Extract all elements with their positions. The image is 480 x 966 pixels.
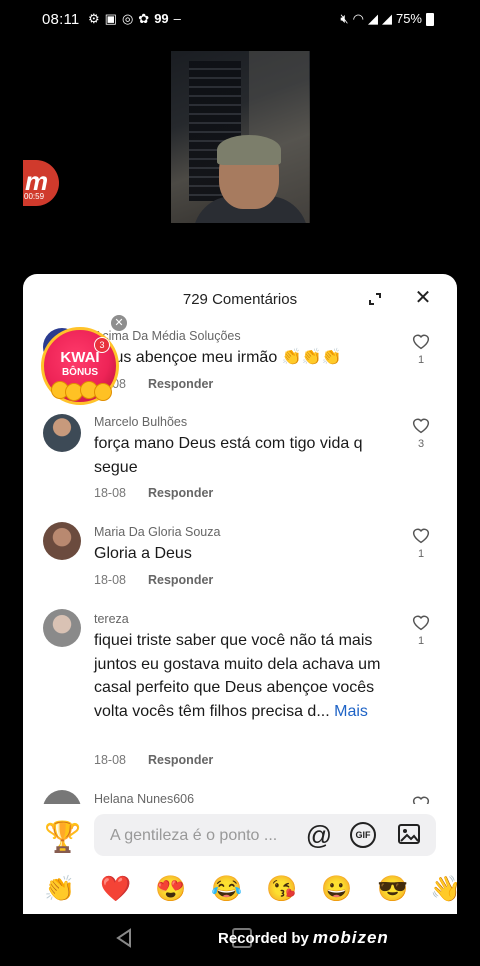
heart-icon — [412, 418, 430, 434]
mobizen-brand: mobizen — [312, 928, 389, 947]
heart-emoji[interactable]: ❤️ — [99, 872, 133, 906]
status-bar: 08:11 ⚙ ▣ ◎ ✿ 99– 🔇︎ ◠ ◢ ◢ 75% — [0, 0, 480, 40]
avatar[interactable] — [43, 790, 81, 804]
app-icon: ▣ — [104, 11, 117, 26]
comment-text: Gloria a Deus — [94, 545, 192, 562]
recorded-by-watermark: Recorded by mobizen — [218, 928, 389, 948]
comment-date: 18-08 — [94, 573, 126, 587]
laughing-emoji[interactable]: 😂 — [210, 872, 244, 906]
comment-date: 18-08 — [94, 486, 126, 500]
signal-icon: ◢ — [367, 11, 378, 26]
wifi-icon: ◠ — [352, 11, 364, 26]
close-icon[interactable]: ✕ — [111, 315, 127, 331]
reply-button[interactable]: Responder — [148, 573, 213, 587]
trophy-icon[interactable]: 🏆 — [43, 818, 83, 858]
kwai-bonus-button[interactable]: KWAI BÔNUS 3 — [41, 325, 119, 409]
like-button[interactable]: 1 — [409, 332, 433, 366]
like-button[interactable] — [409, 794, 433, 804]
like-button[interactable]: 3 — [409, 416, 433, 450]
like-count: 3 — [417, 438, 425, 450]
comment-text: Deus abençoe meu irmão 👏👏👏 — [94, 349, 342, 366]
sunglasses-emoji[interactable]: 😎 — [376, 872, 410, 906]
coin-icon — [94, 383, 112, 401]
reply-button[interactable]: Responder — [148, 377, 213, 391]
mute-icon: 🔇︎ — [340, 11, 349, 26]
more-link[interactable]: Mais — [334, 703, 368, 720]
video-person-cap — [217, 135, 281, 165]
reply-button[interactable]: Responder — [148, 486, 213, 500]
mobizen-recorder-bubble[interactable]: m 00:59 — [23, 160, 59, 206]
close-icon[interactable]: ✕ — [414, 288, 432, 308]
avatar[interactable] — [43, 414, 81, 452]
kiss-emoji[interactable]: 😘 — [265, 872, 299, 906]
comment-meta: 18-08 Responder — [94, 573, 213, 587]
comment-meta: 18-08 Responder — [94, 753, 213, 767]
heart-eyes-emoji[interactable]: 😍 — [154, 872, 188, 906]
video-player[interactable] — [171, 51, 310, 223]
notification-icon: ⚙ — [88, 11, 100, 26]
grin-emoji[interactable]: 😀 — [320, 872, 354, 906]
like-count: 1 — [417, 635, 425, 647]
comment-text: força mano Deus está com tigo vida q seg… — [94, 435, 363, 476]
mobizen-timer: 00:59 — [24, 192, 45, 201]
recorded-label: Recorded by — [218, 930, 309, 947]
notification-icons: ⚙ ▣ ◎ ✿ 99– — [88, 11, 186, 27]
clap-emoji[interactable]: 👏 — [43, 872, 77, 906]
wave-emoji[interactable]: 👋 — [429, 872, 457, 906]
comment-input[interactable] — [108, 824, 292, 848]
comment-date: 18-08 — [94, 753, 126, 767]
flower-icon: ✿ — [138, 11, 150, 26]
system-icons: 🔇︎ ◠ ◢ ◢ 75% — [336, 11, 422, 27]
navigation-bar: Recorded by mobizen — [0, 914, 480, 966]
avatar[interactable] — [43, 522, 81, 560]
like-count: 1 — [417, 548, 425, 560]
like-button[interactable]: 1 — [409, 526, 433, 560]
mention-icon[interactable]: @ — [304, 820, 334, 850]
expand-icon[interactable] — [367, 291, 383, 307]
like-button[interactable]: 1 — [409, 613, 433, 647]
signal2-icon: ◢ — [381, 11, 392, 26]
gif-icon[interactable]: GIF — [350, 822, 376, 848]
image-icon[interactable] — [397, 822, 421, 846]
kwai-notification-count: 3 — [94, 337, 110, 353]
comments-count-title: 729 Comentários — [182, 291, 298, 308]
more-icon: – — [173, 11, 181, 26]
reply-button[interactable]: Responder — [148, 753, 213, 767]
whatsapp-icon: ◎ — [121, 11, 134, 26]
comment-username[interactable]: Marcelo Bulhões — [94, 415, 187, 429]
comment-username[interactable]: Maria Da Gloria Souza — [94, 525, 220, 539]
avatar[interactable] — [43, 609, 81, 647]
heart-icon — [412, 615, 430, 631]
kwai-label: KWAI — [60, 349, 100, 366]
badge-count: 99 — [154, 11, 169, 26]
comment-username[interactable]: Helana Nunes606 — [94, 792, 194, 804]
status-time: 08:11 — [42, 11, 80, 28]
battery-icon — [426, 13, 434, 26]
heart-icon — [412, 528, 430, 544]
kwai-sub-label: BÔNUS — [61, 367, 99, 378]
comments-header: 729 Comentários ✕ — [23, 274, 457, 324]
comment-text: fiquei triste saber que você não tá mais… — [94, 629, 399, 723]
back-icon[interactable] — [115, 928, 133, 948]
comment-meta: 18-08 Responder — [94, 486, 213, 500]
battery-percent: 75% — [395, 11, 422, 26]
heart-icon — [412, 334, 430, 350]
coins-icon — [47, 381, 113, 401]
emoji-quick-row: 👏 ❤️ 😍 😂 😘 😀 😎 👋 — [23, 872, 457, 912]
comment-username[interactable]: tereza — [94, 612, 129, 626]
comment-input-bar: 🏆 @ GIF — [23, 804, 457, 864]
comment-input-box[interactable]: @ GIF — [94, 814, 436, 856]
heart-icon — [412, 796, 430, 804]
like-count: 1 — [417, 354, 425, 366]
